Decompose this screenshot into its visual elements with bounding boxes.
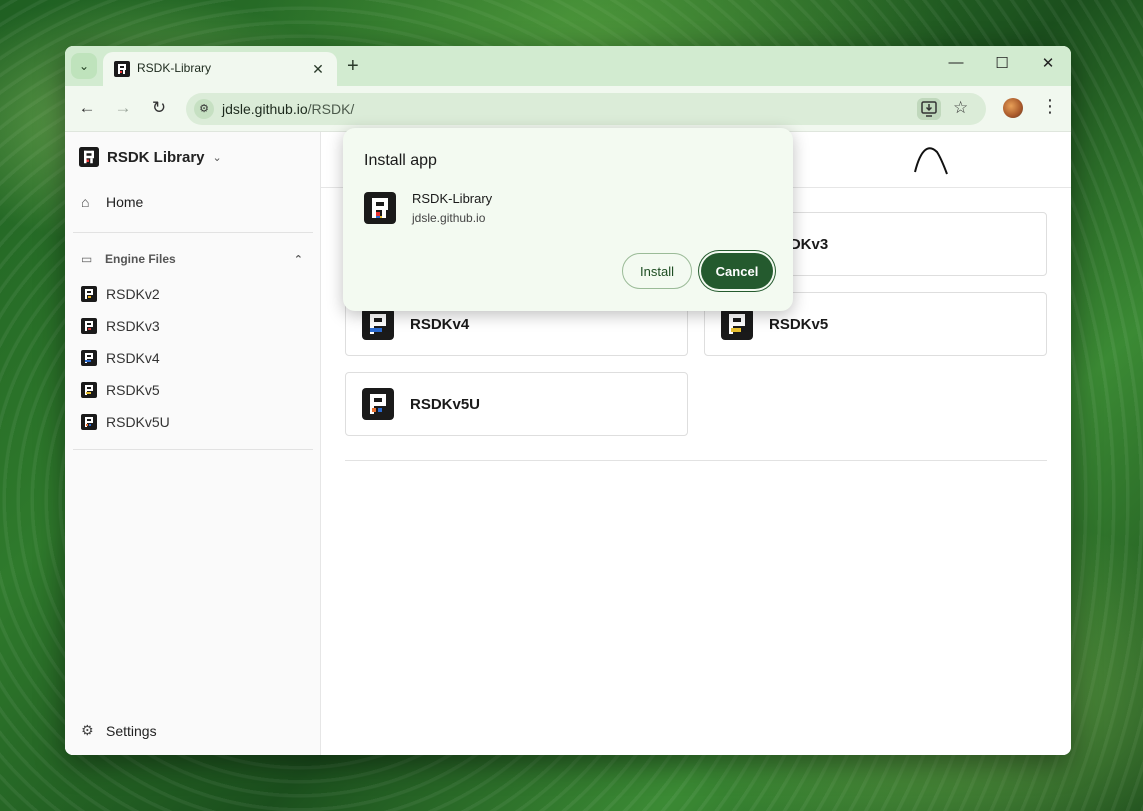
url-text[interactable]: jdsle.github.io/RSDK/: [222, 101, 354, 117]
sidebar-item-rsdkv4[interactable]: RSDKv4: [81, 350, 160, 366]
install-app-icon[interactable]: [917, 98, 941, 120]
sidebar-item-rsdkv3[interactable]: RSDKv3: [81, 318, 160, 334]
folder-icon: ▭: [81, 252, 93, 266]
install-button[interactable]: Install: [622, 253, 692, 289]
browser-toolbar: ← → ↻ ⚙ jdsle.github.io/RSDK/ ☆ ⋮: [65, 86, 1071, 132]
sidebar-item-home[interactable]: ⌂ Home: [81, 194, 143, 210]
chevron-down-icon: ⌄: [212, 151, 222, 164]
sidebar-item-label: RSDKv3: [106, 318, 160, 334]
url-host: jdsle.github.io: [222, 101, 308, 117]
sidebar-divider: [73, 449, 313, 450]
group-label: Engine Files: [105, 252, 176, 266]
chevron-up-icon: ⌃: [293, 253, 303, 266]
tab-strip: ⌄ RSDK-Library ✕ + — ☐ ✕: [65, 46, 1071, 86]
site-info-icon[interactable]: ⚙: [194, 99, 214, 119]
rsdkv2-icon: [81, 286, 97, 302]
card-label: RSDKv4: [410, 315, 470, 333]
rsdkv5u-icon: [81, 414, 97, 430]
stray-stroke-mark: [914, 147, 948, 175]
engine-card-rsdkv5u[interactable]: RSDKv5U: [345, 372, 688, 436]
home-icon: ⌂: [81, 194, 90, 210]
tab-title: RSDK-Library: [137, 61, 212, 75]
sliders-icon: ⚙: [81, 722, 94, 738]
card-label: RSDKv5U: [410, 395, 481, 413]
tab-rsdk-library[interactable]: RSDK-Library ✕: [103, 52, 337, 86]
rsdkv5-icon: [81, 382, 97, 398]
sidebar-item-label: RSDKv5: [106, 382, 160, 398]
sidebar-item-rsdkv5[interactable]: RSDKv5: [81, 382, 160, 398]
app-name: RSDK-Library: [412, 191, 493, 206]
new-tab-button[interactable]: +: [347, 55, 359, 77]
chevron-down-icon: ⌄: [78, 59, 90, 73]
profile-avatar[interactable]: [1003, 98, 1023, 118]
rsdkv4-icon: [362, 308, 394, 340]
reload-icon[interactable]: ↻: [148, 98, 170, 118]
minimize-icon[interactable]: —: [941, 54, 971, 71]
rsdk-logo-icon: [79, 147, 99, 167]
engine-files-group-toggle[interactable]: ▭ Engine Files ⌃: [81, 252, 303, 266]
sidebar: RSDK Library ⌄ ⌂ Home ▭ Engine Files ⌃ R…: [65, 132, 321, 755]
sidebar-item-label: Settings: [106, 722, 157, 739]
card-label: RSDKv5: [769, 315, 829, 333]
app-origin: jdsle.github.io: [412, 211, 486, 225]
brand-switcher[interactable]: RSDK Library ⌄: [79, 146, 222, 168]
rsdkv5-icon: [721, 308, 753, 340]
dialog-title: Install app: [364, 152, 437, 169]
close-window-icon[interactable]: ✕: [1033, 54, 1063, 72]
sidebar-item-label: RSDKv4: [106, 350, 160, 366]
sidebar-item-rsdkv2[interactable]: RSDKv2: [81, 286, 160, 302]
url-path: /RSDK/: [307, 101, 355, 117]
forward-icon[interactable]: →: [112, 98, 134, 118]
rsdkv4-icon: [81, 350, 97, 366]
tab-search-button[interactable]: ⌄: [71, 53, 97, 79]
address-bar[interactable]: ⚙ jdsle.github.io/RSDK/ ☆: [186, 93, 986, 125]
brand-name: RSDK Library: [107, 148, 205, 166]
maximize-icon[interactable]: ☐: [987, 54, 1017, 72]
rsdk-app-icon: [364, 192, 396, 224]
rsdkv3-icon: [81, 318, 97, 334]
sidebar-item-rsdkv5u[interactable]: RSDKv5U: [81, 414, 170, 430]
back-icon[interactable]: ←: [76, 98, 98, 118]
rsdkv5u-icon: [362, 388, 394, 420]
cancel-button[interactable]: Cancel: [701, 253, 773, 289]
close-tab-icon[interactable]: ✕: [309, 60, 327, 78]
sidebar-item-label: RSDKv2: [106, 286, 160, 302]
install-app-dialog: Install app RSDK-Library jdsle.github.io…: [343, 128, 793, 311]
bookmark-star-icon[interactable]: ☆: [953, 98, 968, 118]
rsdk-logo-icon: [114, 61, 130, 77]
sidebar-item-label: RSDKv5U: [106, 414, 170, 430]
content-divider: [345, 460, 1047, 461]
sidebar-item-label: Home: [106, 194, 144, 210]
browser-menu-icon[interactable]: ⋮: [1041, 96, 1059, 117]
sidebar-item-settings[interactable]: ⚙ Settings: [81, 722, 157, 739]
sidebar-divider: [73, 232, 313, 233]
